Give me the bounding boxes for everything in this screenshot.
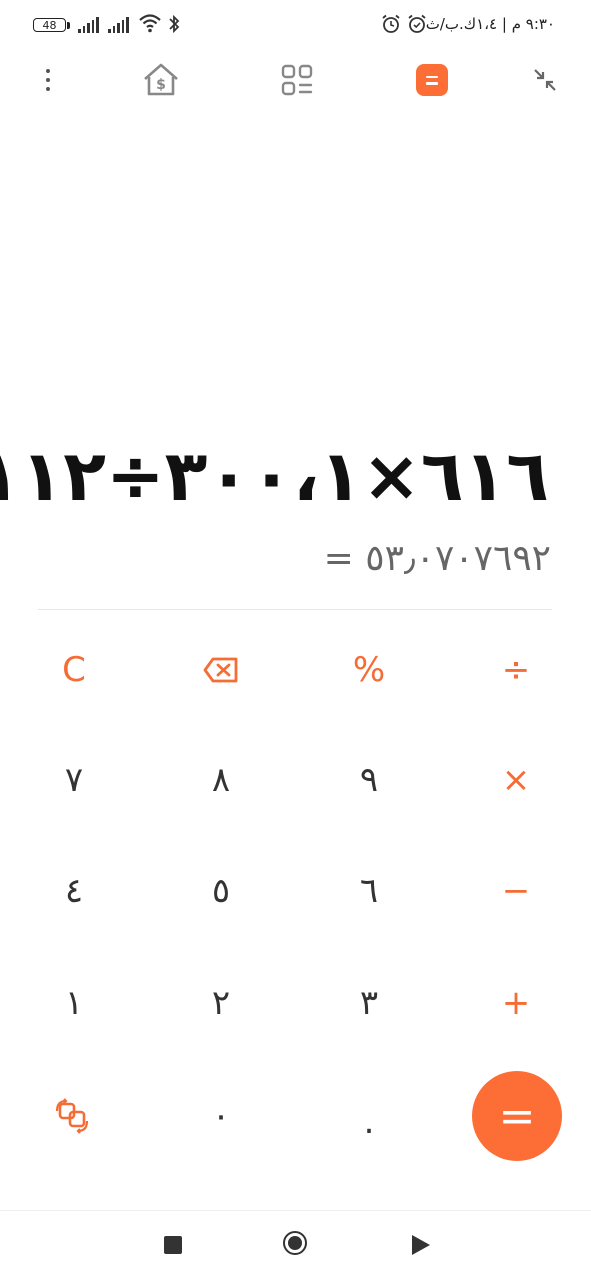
home-icon[interactable] xyxy=(283,1231,307,1255)
multiply-button[interactable]: × xyxy=(461,740,571,820)
digit-9-button[interactable]: ٩ xyxy=(314,740,424,820)
toggle-mode-icon xyxy=(55,1098,89,1134)
battery-indicator: 48 xyxy=(33,18,66,32)
clear-button[interactable]: C xyxy=(19,630,129,710)
back-icon[interactable] xyxy=(412,1235,430,1255)
decimal-button[interactable]: . xyxy=(314,1076,424,1156)
minus-button[interactable]: − xyxy=(461,851,571,931)
signal-2-icon xyxy=(108,17,129,33)
signal-1-icon xyxy=(78,17,99,33)
recents-icon[interactable] xyxy=(164,1236,182,1254)
wifi-icon xyxy=(138,12,162,39)
digit-2-button[interactable]: ٢ xyxy=(166,963,276,1043)
digit-5-button[interactable]: ٥ xyxy=(166,851,276,931)
digit-4-button[interactable]: ٤ xyxy=(19,851,129,931)
backspace-button[interactable] xyxy=(166,630,276,710)
svg-text:$: $ xyxy=(156,77,166,93)
battery-tip xyxy=(67,22,70,29)
equals-button[interactable]: = xyxy=(472,1071,562,1161)
alarm-icon xyxy=(381,14,401,39)
digit-7-button[interactable]: ٧ xyxy=(19,740,129,820)
digit-3-button[interactable]: ٣ xyxy=(314,963,424,1043)
menu-dots-icon[interactable] xyxy=(28,60,68,100)
percent-button[interactable]: % xyxy=(314,630,424,710)
minimize-icon[interactable] xyxy=(525,60,565,100)
divide-button[interactable]: ÷ xyxy=(461,630,571,710)
currency-converter-icon[interactable]: $ xyxy=(141,60,181,100)
digit-6-button[interactable]: ٦ xyxy=(314,851,424,931)
result-display: = ٥٣٫٠٧٠٧٦٩٢ xyxy=(323,538,551,579)
calculator-icon[interactable] xyxy=(412,60,452,100)
digit-8-button[interactable]: ٨ xyxy=(166,740,276,820)
status-time-text: ٩:٣٠ م | ١،٤ك.ب/ث xyxy=(425,15,555,33)
toggle-mode-button[interactable] xyxy=(19,1076,129,1156)
expression-display: ٦١٦×٣٠٠،١÷١١٢ xyxy=(0,435,550,517)
display-divider xyxy=(38,609,552,610)
backspace-icon xyxy=(203,657,238,683)
plus-button[interactable]: + xyxy=(461,963,571,1043)
apps-grid-icon[interactable] xyxy=(277,60,317,100)
battery-level-text: 48 xyxy=(42,19,57,32)
digit-1-button[interactable]: ١ xyxy=(19,963,129,1043)
digit-0-button[interactable]: ٠ xyxy=(166,1076,276,1156)
bluetooth-icon xyxy=(167,14,181,39)
alarm-check-icon xyxy=(407,14,427,39)
